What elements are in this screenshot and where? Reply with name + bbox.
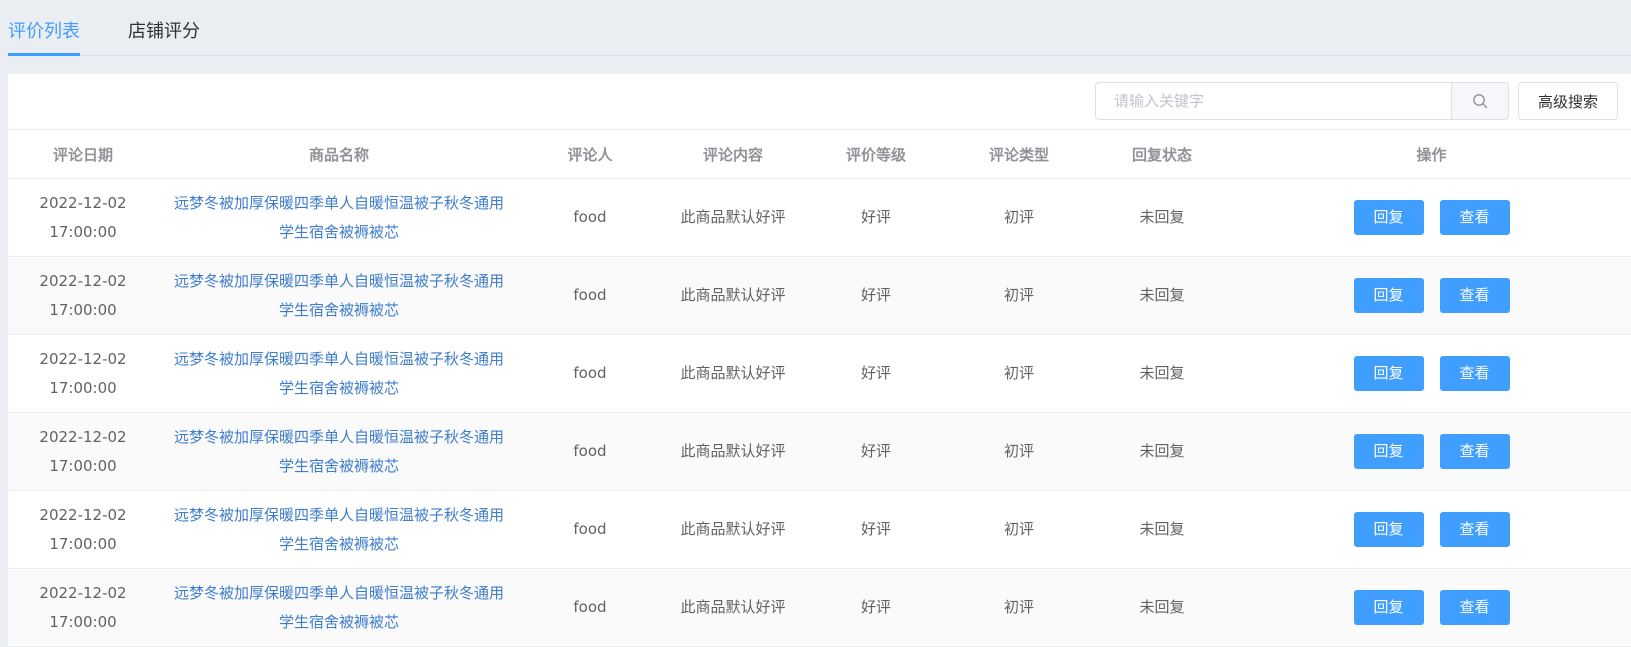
table-row: 2022-12-02 17:00:00 远梦冬被加厚保暖四季单人自暖恒温被子秋冬通…	[8, 568, 1631, 647]
cell-review-content: 此商品默认好评	[660, 334, 806, 413]
column-header-operations: 操作	[1232, 129, 1631, 179]
cell-operations: 回复 查看	[1232, 490, 1631, 569]
column-header-review-content: 评论内容	[660, 129, 806, 179]
cell-review-date: 2022-12-02 17:00:00	[8, 568, 158, 647]
cell-review-content: 此商品默认好评	[660, 490, 806, 569]
column-header-review-grade: 评价等级	[806, 129, 946, 179]
table-header-row: 评论日期 商品名称 评论人 评论内容 评价等级 评论类型 回复状态 操作	[8, 129, 1631, 179]
cell-review-grade: 好评	[806, 568, 946, 647]
cell-review-type: 初评	[946, 178, 1092, 257]
cell-review-date: 2022-12-02 17:00:00	[8, 412, 158, 491]
cell-review-content: 此商品默认好评	[660, 568, 806, 647]
cell-review-type: 初评	[946, 256, 1092, 335]
cell-reviewer: food	[520, 490, 660, 569]
cell-review-content: 此商品默认好评	[660, 256, 806, 335]
view-button[interactable]: 查看	[1439, 200, 1510, 235]
cell-review-content: 此商品默认好评	[660, 412, 806, 491]
cell-reviewer: food	[520, 568, 660, 647]
review-panel: 高级搜索 评论日期商品名称评论人评论内容评价等级评论类型回复状态操作 2022-…	[8, 74, 1631, 647]
column-header-reply-status: 回复状态	[1092, 129, 1232, 179]
cell-review-grade: 好评	[806, 178, 946, 257]
column-header-reviewer: 评论人	[520, 129, 660, 179]
cell-review-grade: 好评	[806, 256, 946, 335]
cell-review-type: 初评	[946, 568, 1092, 647]
cell-reviewer: food	[520, 256, 660, 335]
cell-operations: 回复 查看	[1232, 412, 1631, 491]
cell-reply-status: 未回复	[1092, 256, 1232, 335]
view-button[interactable]: 查看	[1439, 356, 1510, 391]
cell-product-name[interactable]: 远梦冬被加厚保暖四季单人自暖恒温被子秋冬通用学生宿舍被褥被芯	[158, 412, 520, 491]
cell-review-date: 2022-12-02 17:00:00	[8, 334, 158, 413]
cell-operations: 回复 查看	[1232, 256, 1631, 335]
cell-review-date: 2022-12-02 17:00:00	[8, 178, 158, 257]
reply-button[interactable]: 回复	[1353, 590, 1424, 625]
reply-button[interactable]: 回复	[1353, 200, 1424, 235]
cell-product-name[interactable]: 远梦冬被加厚保暖四季单人自暖恒温被子秋冬通用学生宿舍被褥被芯	[158, 568, 520, 647]
cell-review-type: 初评	[946, 334, 1092, 413]
review-table: 评论日期 商品名称 评论人 评论内容 评价等级 评论类型 回复状态 操作 2022-12-02…	[8, 129, 1631, 647]
column-header-review-date: 评论日期	[8, 129, 158, 179]
cell-reviewer: food	[520, 334, 660, 413]
reply-button[interactable]: 回复	[1353, 434, 1424, 469]
cell-product-name[interactable]: 远梦冬被加厚保暖四季单人自暖恒温被子秋冬通用学生宿舍被褥被芯	[158, 256, 520, 335]
reply-button[interactable]: 回复	[1353, 278, 1424, 313]
search-input[interactable]	[1095, 82, 1451, 120]
cell-review-type: 初评	[946, 412, 1092, 491]
cell-operations: 回复 查看	[1232, 178, 1631, 257]
table-row: 2022-12-02 17:00:00 远梦冬被加厚保暖四季单人自暖恒温被子秋冬通…	[8, 334, 1631, 413]
cell-operations: 回复 查看	[1232, 568, 1631, 647]
view-button[interactable]: 查看	[1439, 278, 1510, 313]
cell-reply-status: 未回复	[1092, 568, 1232, 647]
table-body: 2022-12-02 17:00:00 远梦冬被加厚保暖四季单人自暖恒温被子秋冬通…	[8, 178, 1631, 647]
cell-review-grade: 好评	[806, 490, 946, 569]
view-button[interactable]: 查看	[1439, 590, 1510, 625]
cell-reply-status: 未回复	[1092, 490, 1232, 569]
reply-button[interactable]: 回复	[1353, 512, 1424, 547]
cell-reply-status: 未回复	[1092, 178, 1232, 257]
search-icon	[1473, 94, 1488, 109]
cell-review-grade: 好评	[806, 412, 946, 491]
column-header-product-name: 商品名称	[158, 129, 520, 179]
table-row: 2022-12-02 17:00:00 远梦冬被加厚保暖四季单人自暖恒温被子秋冬通…	[8, 178, 1631, 257]
cell-reviewer: food	[520, 412, 660, 491]
cell-product-name[interactable]: 远梦冬被加厚保暖四季单人自暖恒温被子秋冬通用学生宿舍被褥被芯	[158, 178, 520, 257]
cell-product-name[interactable]: 远梦冬被加厚保暖四季单人自暖恒温被子秋冬通用学生宿舍被褥被芯	[158, 490, 520, 569]
cell-review-date: 2022-12-02 17:00:00	[8, 256, 158, 335]
table-row: 2022-12-02 17:00:00 远梦冬被加厚保暖四季单人自暖恒温被子秋冬通…	[8, 490, 1631, 569]
tab-store-rating[interactable]: 店铺评分	[128, 20, 200, 56]
table-row: 2022-12-02 17:00:00 远梦冬被加厚保暖四季单人自暖恒温被子秋冬通…	[8, 412, 1631, 491]
tab-review-list[interactable]: 评价列表	[8, 20, 80, 56]
view-button[interactable]: 查看	[1439, 434, 1510, 469]
cell-review-type: 初评	[946, 490, 1092, 569]
cell-reviewer: food	[520, 178, 660, 257]
search-button[interactable]	[1451, 82, 1509, 120]
view-button[interactable]: 查看	[1439, 512, 1510, 547]
cell-product-name[interactable]: 远梦冬被加厚保暖四季单人自暖恒温被子秋冬通用学生宿舍被褥被芯	[158, 334, 520, 413]
cell-review-date: 2022-12-02 17:00:00	[8, 490, 158, 569]
reply-button[interactable]: 回复	[1353, 356, 1424, 391]
cell-reply-status: 未回复	[1092, 412, 1232, 491]
cell-review-grade: 好评	[806, 334, 946, 413]
table-row: 2022-12-02 17:00:00 远梦冬被加厚保暖四季单人自暖恒温被子秋冬通…	[8, 256, 1631, 335]
cell-reply-status: 未回复	[1092, 334, 1232, 413]
cell-operations: 回复 查看	[1232, 334, 1631, 413]
column-header-review-type: 评论类型	[946, 129, 1092, 179]
tab-bar: 评价列表 店铺评分	[8, 0, 1631, 56]
cell-review-content: 此商品默认好评	[660, 178, 806, 257]
advanced-search-button[interactable]: 高级搜索	[1518, 82, 1618, 120]
